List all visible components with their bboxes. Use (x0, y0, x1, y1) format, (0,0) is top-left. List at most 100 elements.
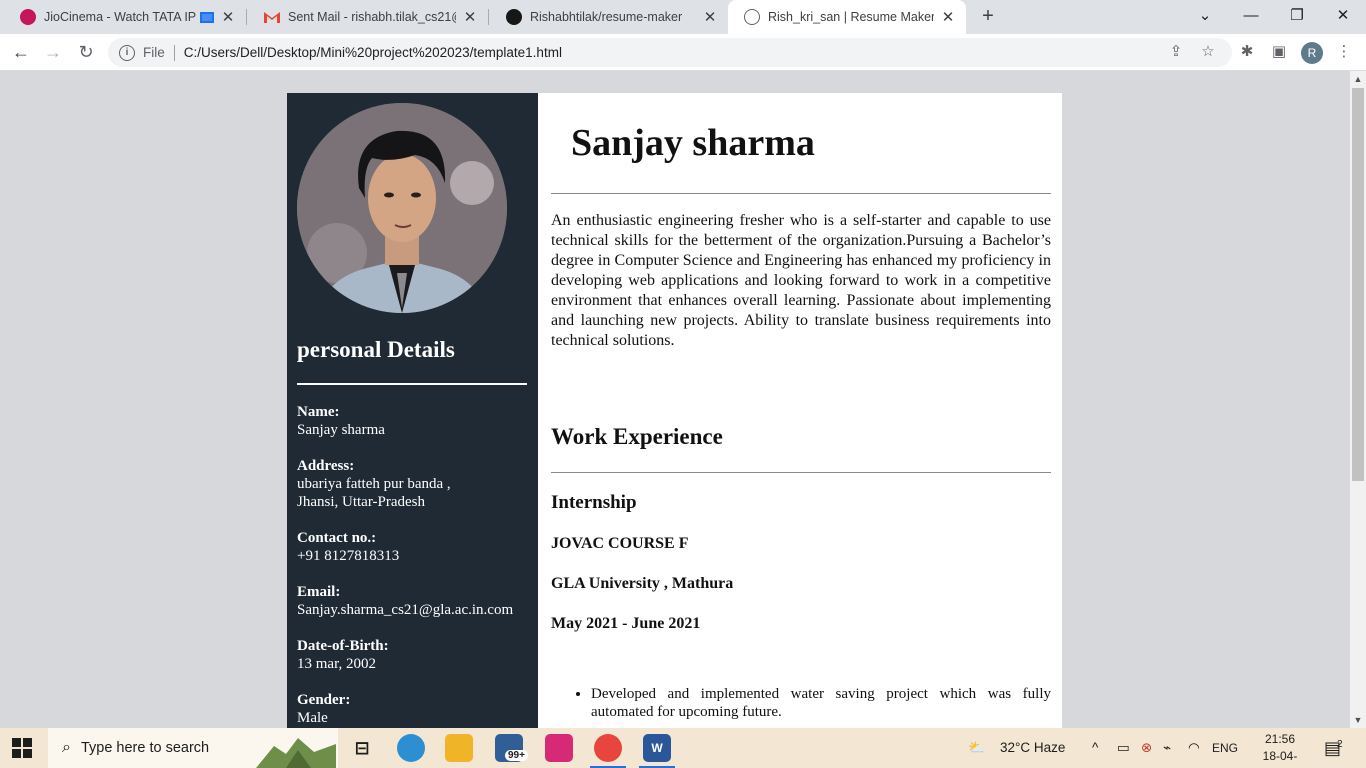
menu-icon[interactable]: ⋮ (1334, 42, 1354, 62)
photos-app-icon[interactable] (397, 734, 425, 762)
job-organization: GLA University , Mathura (551, 575, 734, 592)
address-bar[interactable]: i File C:/Users/Dell/Desktop/Mini%20proj… (108, 38, 1232, 67)
tab-search-icon[interactable]: ⌄ (1182, 0, 1228, 34)
url-scheme: File (143, 45, 165, 60)
detail-address: Address: ubariya fatteh pur banda , Jhan… (297, 457, 451, 511)
forward-button[interactable]: → (40, 39, 66, 65)
detail-email: Email: Sanjay.sharma_cs21@gla.ac.in.com (297, 583, 513, 619)
network-alert-icon[interactable]: ⊗ (1141, 728, 1152, 768)
extensions-icon[interactable]: ✱ (1237, 42, 1257, 62)
detail-contact: Contact no.: +91 8127818313 (297, 529, 399, 565)
gender-label: Gender: (297, 692, 351, 708)
file-explorer-icon[interactable] (445, 734, 473, 762)
personal-details-heading: personal Details (297, 337, 455, 362)
globe-icon (744, 9, 760, 25)
page-viewport: personal Details Name: Sanjay sharma Add… (0, 71, 1350, 728)
browser-toolbar: ← → ↻ i File C:/Users/Dell/Desktop/Mini%… (0, 34, 1366, 71)
dob-label: Date-of-Birth: (297, 638, 389, 654)
tab-title: Sent Mail - rishabh.tilak_cs21@gl (288, 10, 456, 24)
close-tab-icon[interactable]: ✕ (702, 8, 718, 26)
tab-resume-maker[interactable]: Rish_kri_san | Resume Maker ✕ (728, 0, 966, 34)
mail-badge: 99+ (505, 750, 528, 761)
detail-name: Name: Sanjay sharma (297, 403, 385, 439)
search-icon: ⌕ (62, 739, 71, 756)
search-highlight-image (256, 732, 336, 768)
bookmark-star-icon[interactable]: ☆ (1198, 42, 1218, 62)
resume-name: Sanjay sharma (571, 122, 815, 164)
task-view-icon[interactable]: ⊟ (348, 734, 376, 762)
scroll-up-icon[interactable]: ▲ (1350, 71, 1366, 87)
minimize-button[interactable]: — (1228, 0, 1274, 34)
tab-separator (246, 9, 247, 25)
github-icon (506, 9, 522, 25)
share-icon[interactable]: ⇪ (1166, 42, 1186, 62)
chevron-up-icon[interactable]: ^ (1092, 728, 1098, 768)
close-tab-icon[interactable]: ✕ (462, 8, 478, 26)
dob-value: 13 mar, 2002 (297, 656, 376, 672)
notification-count: 2 (1337, 739, 1343, 750)
close-tab-icon[interactable]: ✕ (220, 8, 236, 26)
url-text[interactable]: C:/Users/Dell/Desktop/Mini%20project%202… (184, 45, 562, 60)
tab-strip: JioCinema - Watch TATA IPL ✕ Sent Mail -… (0, 0, 1366, 34)
tab-jiocinema[interactable]: JioCinema - Watch TATA IPL ✕ (4, 0, 246, 34)
windows-start-icon[interactable] (12, 738, 32, 758)
scroll-down-icon[interactable]: ▼ (1350, 712, 1366, 728)
gmail-icon (264, 9, 280, 25)
tab-separator (488, 9, 489, 25)
side-panel-icon[interactable]: ▣ (1269, 42, 1289, 62)
close-window-button[interactable]: ✕ (1320, 0, 1366, 34)
restore-button[interactable]: ❐ (1274, 0, 1320, 34)
summary-text: An enthusiastic engineering fresher who … (551, 212, 1051, 349)
meet-now-icon[interactable]: ▭ (1117, 728, 1130, 768)
address-line-2: Jhansi, Uttar-Pradesh (297, 494, 426, 510)
address-label: Address: (297, 458, 355, 474)
word-icon[interactable]: W (639, 734, 675, 768)
job-course: JOVAC COURSE F (551, 535, 689, 552)
system-clock[interactable]: 21:56 18-04-2023 (1250, 731, 1310, 768)
work-experience-heading: Work Experience (551, 424, 723, 449)
search-placeholder: Type here to search (80, 740, 210, 756)
list-item: Developed and implemented water saving p… (591, 685, 1051, 721)
detail-dob: Date-of-Birth: 13 mar, 2002 (297, 637, 389, 673)
resume-sheet: personal Details Name: Sanjay sharma Add… (287, 93, 1062, 728)
mail-app-icon[interactable]: 99+ (495, 734, 528, 762)
tab-github[interactable]: Rishabhtilak/resume-maker ✕ (490, 0, 728, 34)
detail-gender: Gender: Male (297, 691, 350, 727)
wifi-icon[interactable]: ◠ (1188, 728, 1200, 768)
screen-share-icon (200, 11, 214, 23)
name-label: Name: (297, 404, 340, 420)
new-tab-button[interactable]: + (976, 4, 1000, 28)
divider (551, 193, 1051, 194)
close-tab-icon[interactable]: ✕ (940, 8, 956, 26)
divider (297, 383, 527, 385)
language-indicator[interactable]: ENG (1212, 728, 1238, 768)
clock-date: 18-04-2023 (1262, 749, 1298, 768)
divider (551, 472, 1051, 473)
windows-taskbar: ⌕ Type here to search ⊟ 99+ W ⛅ 32°C Haz… (0, 728, 1366, 768)
taskbar-search-box[interactable]: ⌕ Type here to search (48, 728, 338, 768)
weather-icon[interactable]: ⛅ (968, 728, 985, 768)
resume-sidebar: personal Details Name: Sanjay sharma Add… (287, 93, 538, 728)
contact-label: Contact no.: (297, 530, 377, 546)
gender-value: Male (297, 710, 328, 726)
tab-title: Rishabhtilak/resume-maker (530, 10, 683, 24)
tab-title: Rish_kri_san | Resume Maker (768, 10, 934, 24)
vertical-scrollbar[interactable]: ▲ ▼ (1350, 71, 1366, 728)
reload-button[interactable]: ↻ (73, 39, 99, 65)
power-icon[interactable]: ⌁ (1163, 728, 1171, 768)
info-icon[interactable]: i (119, 44, 135, 61)
profile-avatar[interactable]: R (1301, 42, 1323, 64)
chrome-icon[interactable] (590, 734, 626, 768)
instagram-icon[interactable] (545, 734, 573, 762)
tab-gmail[interactable]: Sent Mail - rishabh.tilak_cs21@gl ✕ (248, 0, 488, 34)
email-value: Sanjay.sharma_cs21@gla.ac.in.com (297, 602, 514, 618)
scrollbar-thumb[interactable] (1352, 88, 1364, 481)
back-button[interactable]: ← (8, 39, 34, 65)
weather-text[interactable]: 32°C Haze (1000, 728, 1065, 768)
job-period: May 2021 - June 2021 (551, 615, 701, 632)
profile-photo (297, 103, 507, 313)
tab-title: JioCinema - Watch TATA IPL (44, 10, 196, 24)
job-bullets: Developed and implemented water saving p… (551, 685, 1051, 721)
job-type: Internship (551, 492, 637, 513)
clock-time: 21:56 (1264, 732, 1296, 746)
